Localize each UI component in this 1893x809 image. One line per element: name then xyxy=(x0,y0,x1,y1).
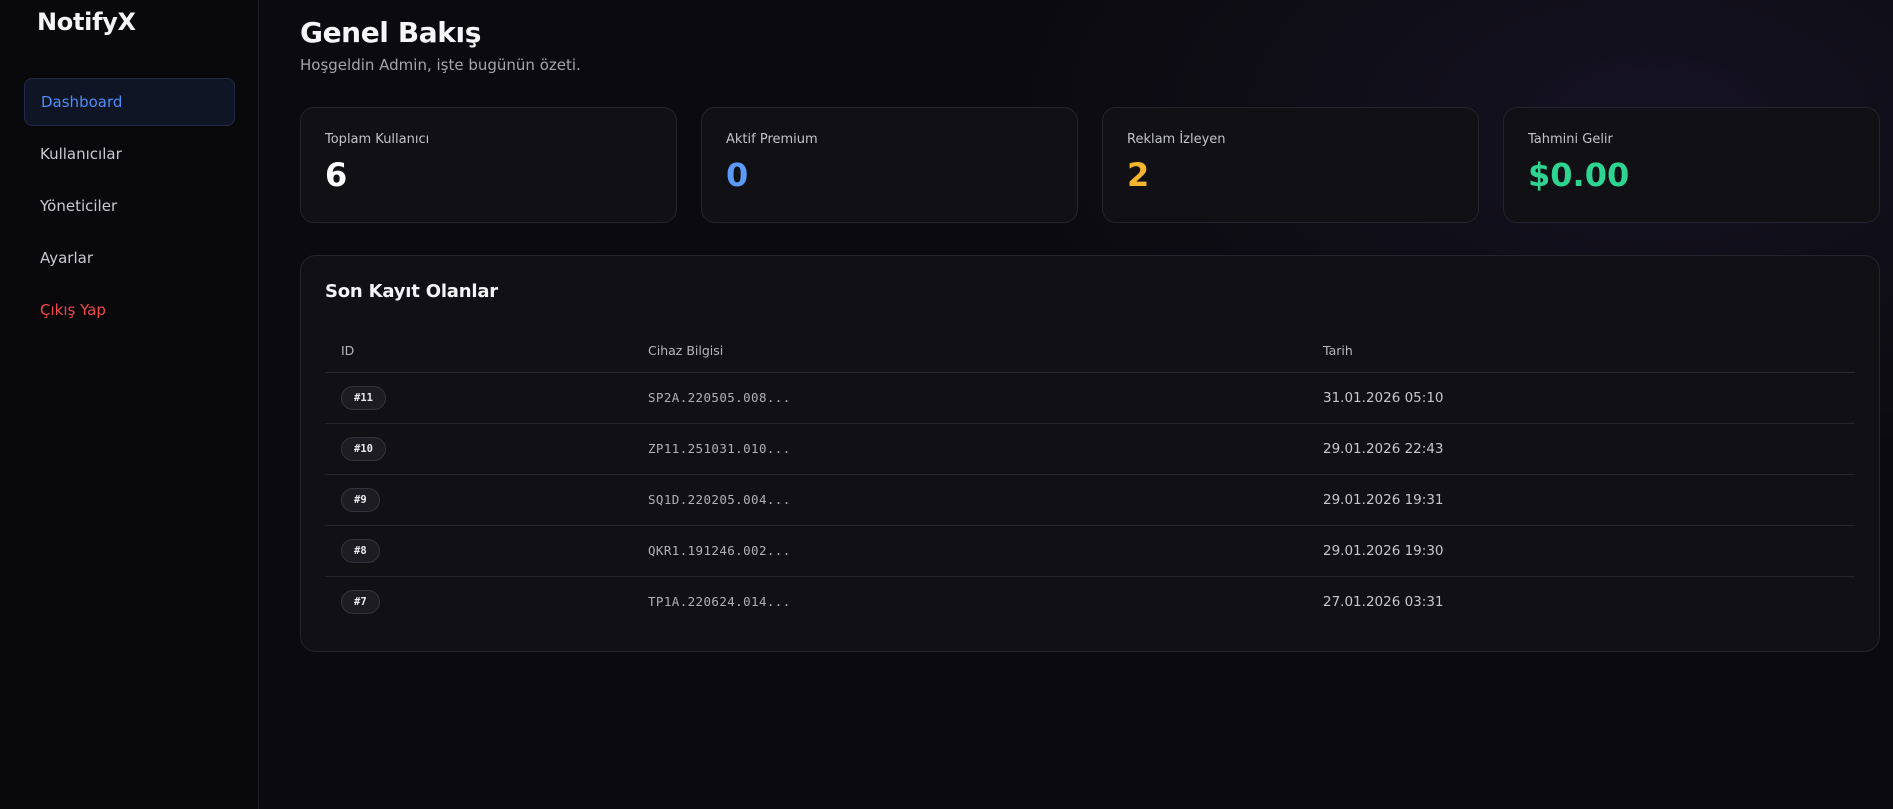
main-content: Genel Bakış Hoşgeldin Admin, işte bugünü… xyxy=(259,0,1893,809)
id-badge: #10 xyxy=(341,437,386,461)
registration-date: 29.01.2026 19:31 xyxy=(1323,492,1444,508)
sidebar-item-dashboard[interactable]: Dashboard xyxy=(24,78,235,126)
table-header-row: ID Cihaz Bilgisi Tarih xyxy=(325,328,1855,373)
column-header-id: ID xyxy=(325,328,632,373)
stat-card-estimated-revenue: Tahmini Gelir $0.00 xyxy=(1503,107,1880,223)
column-header-device: Cihaz Bilgisi xyxy=(632,328,1307,373)
stat-card-total-users: Toplam Kullanıcı 6 xyxy=(300,107,677,223)
cell-date: 29.01.2026 22:43 xyxy=(1307,423,1855,475)
app-window: NotifyX Dashboard Kullanıcılar Yöneticil… xyxy=(0,0,1893,809)
table-row[interactable]: #9 SQ1D.220205.004... 29.01.2026 19:31 xyxy=(325,474,1855,526)
device-info: SP2A.220505.008... xyxy=(648,390,791,405)
panel-title: Son Kayıt Olanlar xyxy=(325,281,498,302)
stat-label: Aktif Premium xyxy=(726,132,818,147)
cell-device: SQ1D.220205.004... xyxy=(632,474,1307,526)
cell-date: 29.01.2026 19:30 xyxy=(1307,525,1855,577)
sidebar-item-admins[interactable]: Yöneticiler xyxy=(24,182,235,230)
stat-label: Tahmini Gelir xyxy=(1528,132,1613,147)
registration-date: 31.01.2026 05:10 xyxy=(1323,390,1444,406)
registrations-table: ID Cihaz Bilgisi Tarih #11 SP2A.220505.0… xyxy=(325,328,1855,627)
registration-date: 29.01.2026 22:43 xyxy=(1323,441,1444,457)
device-info: TP1A.220624.014... xyxy=(648,594,791,609)
stat-value: $0.00 xyxy=(1528,156,1630,194)
table-row[interactable]: #10 ZP11.251031.010... 29.01.2026 22:43 xyxy=(325,423,1855,475)
device-info: QKR1.191246.002... xyxy=(648,543,791,558)
stat-card-ad-viewers: Reklam İzleyen 2 xyxy=(1102,107,1479,223)
registration-date: 27.01.2026 03:31 xyxy=(1323,594,1444,610)
cell-id: #10 xyxy=(325,423,632,475)
id-badge: #9 xyxy=(341,488,380,512)
stat-card-active-premium: Aktif Premium 0 xyxy=(701,107,1078,223)
cell-id: #9 xyxy=(325,474,632,526)
recent-registrations-panel: Son Kayıt Olanlar ID Cihaz Bilgisi Tarih… xyxy=(300,255,1880,652)
cell-device: QKR1.191246.002... xyxy=(632,525,1307,577)
stat-value: 2 xyxy=(1127,156,1150,194)
sidebar-item-settings[interactable]: Ayarlar xyxy=(24,234,235,282)
table-row[interactable]: #11 SP2A.220505.008... 31.01.2026 05:10 xyxy=(325,372,1855,424)
cell-device: TP1A.220624.014... xyxy=(632,577,1307,628)
cell-id: #8 xyxy=(325,525,632,577)
table-row[interactable]: #8 QKR1.191246.002... 29.01.2026 19:30 xyxy=(325,525,1855,577)
device-info: SQ1D.220205.004... xyxy=(648,492,791,507)
sidebar-item-logout[interactable]: Çıkış Yap xyxy=(24,286,235,334)
table-row[interactable]: #7 TP1A.220624.014... 27.01.2026 03:31 xyxy=(325,577,1855,628)
stat-value: 6 xyxy=(325,156,348,194)
registration-date: 29.01.2026 19:30 xyxy=(1323,543,1444,559)
column-header-date: Tarih xyxy=(1307,328,1855,373)
stat-label: Reklam İzleyen xyxy=(1127,132,1226,147)
id-badge: #8 xyxy=(341,539,380,563)
stat-value: 0 xyxy=(726,156,749,194)
cell-date: 27.01.2026 03:31 xyxy=(1307,577,1855,628)
id-badge: #11 xyxy=(341,386,386,410)
device-info: ZP11.251031.010... xyxy=(648,441,791,456)
cell-date: 31.01.2026 05:10 xyxy=(1307,372,1855,424)
sidebar-item-users[interactable]: Kullanıcılar xyxy=(24,130,235,178)
sidebar-nav: Dashboard Kullanıcılar Yöneticiler Ayarl… xyxy=(24,78,235,338)
sidebar: NotifyX Dashboard Kullanıcılar Yöneticil… xyxy=(0,0,259,809)
page-subtitle: Hoşgeldin Admin, işte bugünün özeti. xyxy=(300,56,581,74)
cell-date: 29.01.2026 19:31 xyxy=(1307,474,1855,526)
id-badge: #7 xyxy=(341,590,380,614)
cell-device: ZP11.251031.010... xyxy=(632,423,1307,475)
page-title: Genel Bakış xyxy=(300,16,481,49)
cell-id: #11 xyxy=(325,372,632,424)
cell-device: SP2A.220505.008... xyxy=(632,372,1307,424)
stat-label: Toplam Kullanıcı xyxy=(325,132,430,147)
stats-row: Toplam Kullanıcı 6 Aktif Premium 0 Rekla… xyxy=(300,107,1880,223)
brand-logo: NotifyX xyxy=(37,8,136,36)
cell-id: #7 xyxy=(325,577,632,628)
